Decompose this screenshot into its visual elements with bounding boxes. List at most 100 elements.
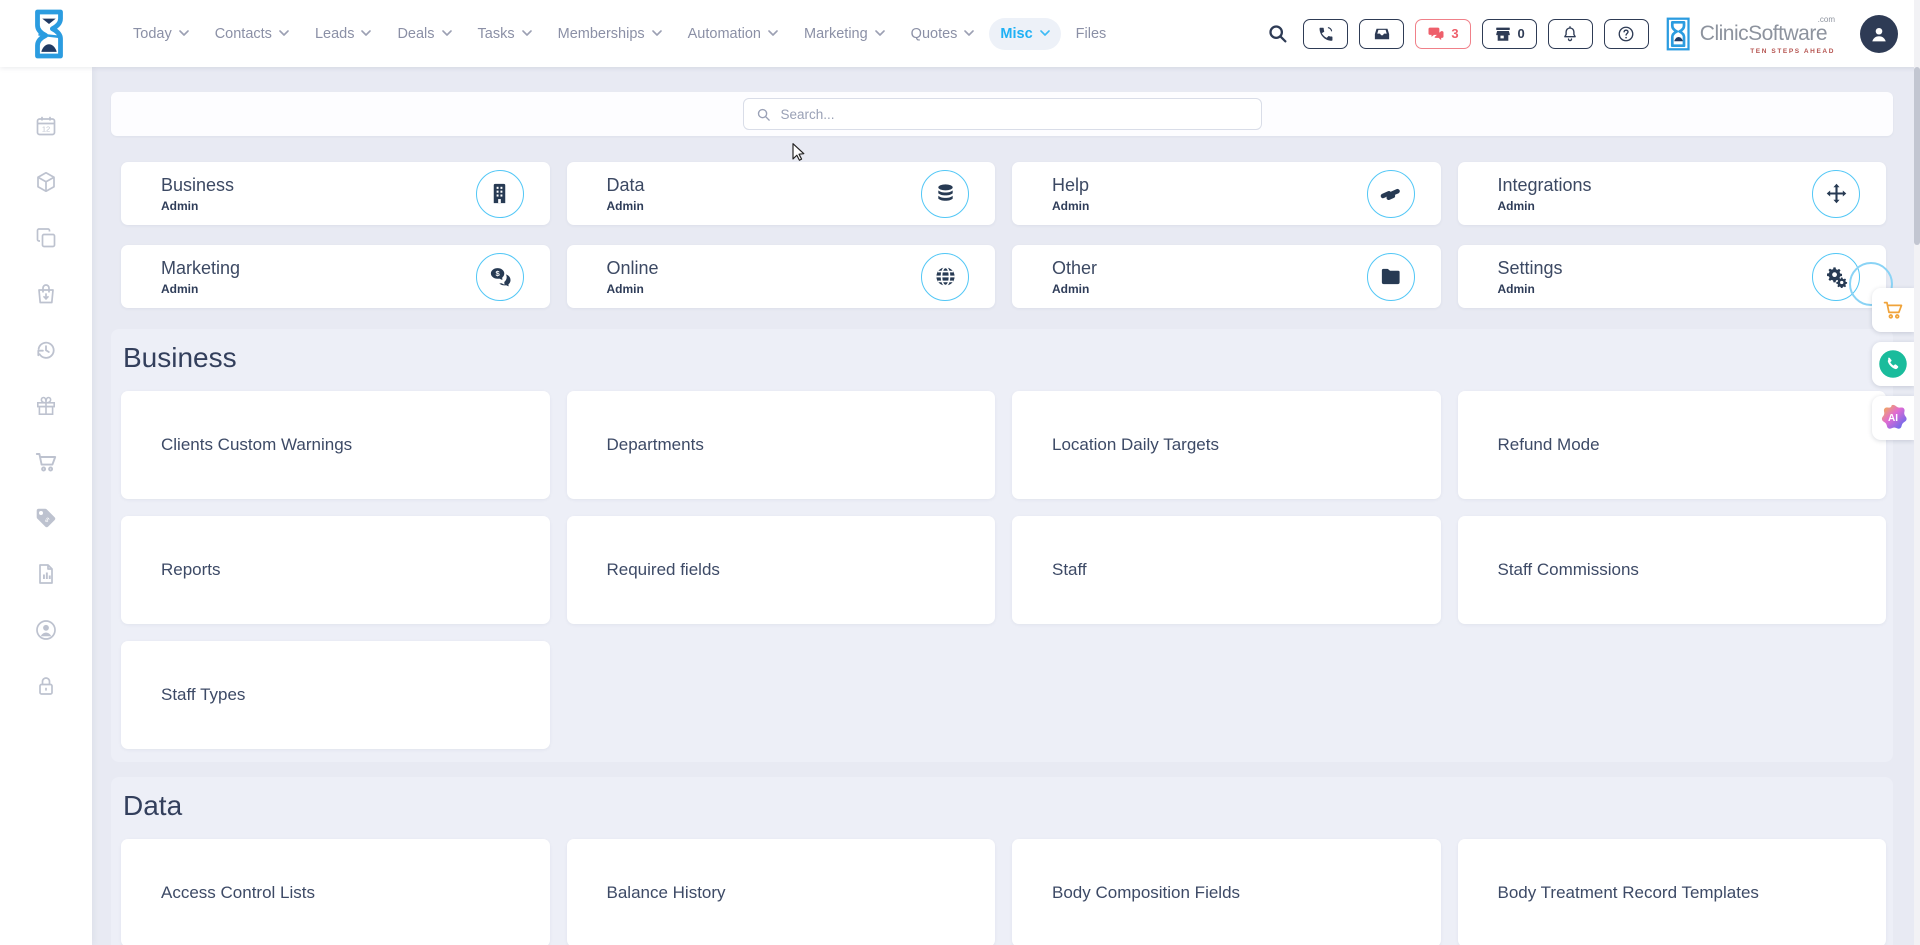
- category-title: Settings: [1498, 258, 1813, 279]
- item-card[interactable]: Staff Types: [121, 641, 550, 749]
- category-card[interactable]: Online Admin: [567, 245, 996, 308]
- category-card[interactable]: Data Admin: [567, 162, 996, 225]
- sidebar: 12 $: [0, 67, 92, 945]
- nav-item-label: Files: [1076, 26, 1107, 42]
- item-card[interactable]: Access Control Lists: [121, 839, 550, 945]
- item-card[interactable]: Staff: [1012, 516, 1441, 624]
- nav-item-label: Contacts: [215, 26, 272, 42]
- cart-tab[interactable]: [1872, 288, 1914, 332]
- notifications-button[interactable]: [1548, 19, 1593, 49]
- category-card[interactable]: Marketing Admin $: [121, 245, 550, 308]
- copy-icon: [34, 226, 58, 250]
- nav-item[interactable]: Memberships: [547, 18, 673, 50]
- category-card[interactable]: Other Admin: [1012, 245, 1441, 308]
- nav-item[interactable]: Deals: [386, 18, 462, 50]
- brand-tld: .com: [1818, 15, 1835, 24]
- section-title: Business: [123, 342, 1886, 374]
- category-title: Online: [607, 258, 922, 279]
- nav-item[interactable]: Misc: [989, 18, 1060, 50]
- nav-item[interactable]: Files: [1065, 18, 1118, 50]
- svg-text:12: 12: [42, 125, 50, 134]
- sidebar-item[interactable]: [34, 674, 58, 698]
- brand-logo[interactable]: ClinicSoftware .com TEN STEPS AHEAD: [1666, 16, 1837, 52]
- phone-button[interactable]: [1303, 19, 1348, 49]
- category-subtitle: Admin: [607, 199, 922, 213]
- nav-item[interactable]: Marketing: [793, 18, 896, 50]
- sidebar-item[interactable]: [34, 450, 58, 474]
- item-card[interactable]: Reports: [121, 516, 550, 624]
- nav-item[interactable]: Quotes: [900, 18, 986, 50]
- category-icon-ring: [1367, 253, 1415, 301]
- category-card[interactable]: Integrations Admin: [1458, 162, 1887, 225]
- building-icon: [488, 182, 511, 205]
- nav-item-label: Leads: [315, 26, 355, 42]
- item-card[interactable]: Departments: [567, 391, 996, 499]
- folder-icon: [1379, 265, 1402, 288]
- database-icon: [934, 182, 957, 205]
- cart-icon: [1882, 299, 1904, 321]
- sidebar-item[interactable]: [34, 618, 58, 642]
- nav-item[interactable]: Contacts: [204, 18, 300, 50]
- chat-icon: [1427, 25, 1445, 43]
- item-card-title: Location Daily Targets: [1052, 435, 1421, 455]
- sidebar-item[interactable]: [34, 394, 58, 418]
- brand-text: ClinicSoftware .com TEN STEPS AHEAD: [1700, 22, 1837, 46]
- item-card[interactable]: Body Composition Fields: [1012, 839, 1441, 945]
- scrollbar[interactable]: [1914, 0, 1920, 945]
- item-card-title: Clients Custom Warnings: [161, 435, 530, 455]
- section: Business Clients Custom Warnings Departm…: [111, 329, 1893, 762]
- nav-item[interactable]: Leads: [304, 18, 383, 50]
- category-title: Marketing: [161, 258, 476, 279]
- sidebar-item[interactable]: [34, 226, 58, 250]
- floating-buttons: AI: [1872, 288, 1914, 440]
- register-button[interactable]: 0: [1482, 19, 1537, 49]
- item-card[interactable]: Location Daily Targets: [1012, 391, 1441, 499]
- item-card[interactable]: Refund Mode: [1458, 391, 1887, 499]
- sidebar-item[interactable]: [34, 282, 58, 306]
- category-subtitle: Admin: [161, 199, 476, 213]
- search-input[interactable]: [779, 106, 1249, 123]
- sidebar-item[interactable]: [34, 562, 58, 586]
- scrollbar-thumb[interactable]: [1914, 67, 1920, 245]
- nav-item[interactable]: Today: [122, 18, 200, 50]
- ai-tab[interactable]: AI: [1872, 396, 1914, 440]
- sections: Business Clients Custom Warnings Departm…: [111, 329, 1893, 945]
- item-card-title: Body Treatment Record Templates: [1498, 883, 1867, 903]
- sidebar-item[interactable]: 12: [34, 114, 58, 138]
- item-card-title: Reports: [161, 560, 530, 580]
- header-toolbar: 3 0 ClinicSoftware .com TEN STEPS AHEAD: [1267, 15, 1920, 53]
- search-band: [111, 92, 1893, 136]
- nav-item-label: Today: [133, 26, 172, 42]
- help-button[interactable]: [1604, 19, 1649, 49]
- whatsapp-tab[interactable]: [1872, 342, 1914, 386]
- category-card[interactable]: Settings Admin: [1458, 245, 1887, 308]
- category-card[interactable]: Help Admin: [1012, 162, 1441, 225]
- item-card[interactable]: Required fields: [567, 516, 996, 624]
- sidebar-item[interactable]: [34, 338, 58, 362]
- register-icon: [1494, 25, 1512, 43]
- item-card[interactable]: Body Treatment Record Templates: [1458, 839, 1887, 945]
- item-card[interactable]: Staff Commissions: [1458, 516, 1887, 624]
- nav-item[interactable]: Automation: [677, 18, 789, 50]
- inbox-button[interactable]: [1359, 19, 1404, 49]
- avatar[interactable]: [1860, 15, 1898, 53]
- sidebar-item[interactable]: [34, 170, 58, 194]
- category-icon-ring: [921, 253, 969, 301]
- item-card[interactable]: Balance History: [567, 839, 996, 945]
- item-card-title: Departments: [607, 435, 976, 455]
- badge-count: 3: [1451, 26, 1458, 41]
- search-icon[interactable]: [1267, 23, 1288, 44]
- package-icon: [34, 170, 58, 194]
- app-logo-hourglass-icon[interactable]: [26, 6, 72, 62]
- item-card[interactable]: Clients Custom Warnings: [121, 391, 550, 499]
- nav-item[interactable]: Tasks: [467, 18, 543, 50]
- sidebar-item[interactable]: $: [34, 506, 58, 530]
- calendar-12-icon: 12: [34, 114, 58, 138]
- category-card[interactable]: Business Admin: [121, 162, 550, 225]
- chevron-down-icon: [279, 30, 289, 37]
- lock-icon: [34, 674, 58, 698]
- cart-icon: [34, 450, 58, 474]
- chat-button[interactable]: 3: [1415, 19, 1470, 49]
- item-card-title: Access Control Lists: [161, 883, 530, 903]
- item-card-title: Body Composition Fields: [1052, 883, 1421, 903]
